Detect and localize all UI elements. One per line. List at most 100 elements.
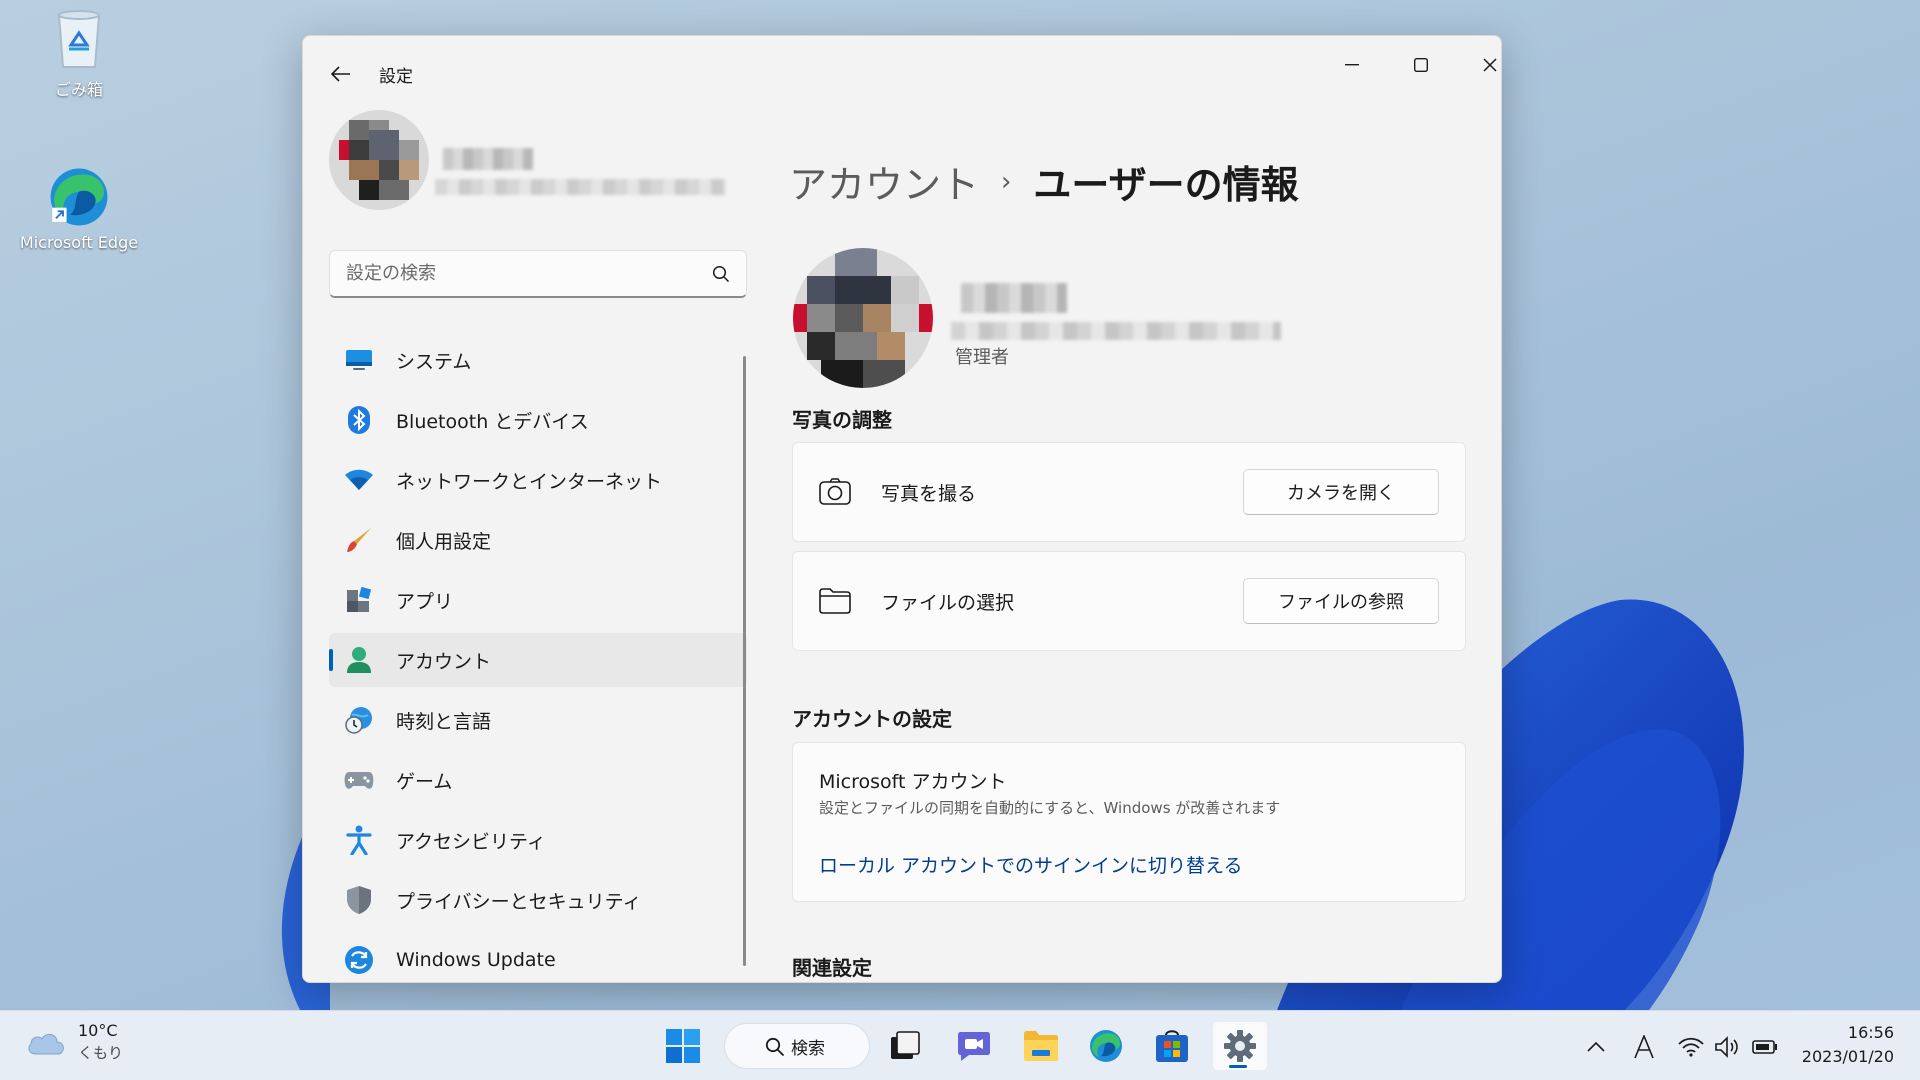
ime-a-icon — [1634, 1035, 1654, 1059]
sidebar-item-bluetooth[interactable]: Bluetooth とデバイス — [329, 393, 747, 447]
close-button[interactable] — [1467, 48, 1501, 82]
wifi-icon — [343, 464, 375, 496]
microsoft-store-button[interactable] — [1147, 1022, 1197, 1070]
wifi-icon — [1678, 1037, 1704, 1057]
edge-browser-button[interactable] — [1081, 1022, 1131, 1070]
sidebar-item-label: アカウント — [396, 650, 492, 673]
microsoft-account-card: Microsoft アカウント 設定とファイルの同期を自動的にすると、Windo… — [792, 742, 1466, 902]
settings-search-input[interactable] — [346, 263, 712, 284]
apps-icon — [343, 584, 375, 616]
sidebar-item-label: 時刻と言語 — [396, 710, 492, 733]
settings-search-box[interactable] — [329, 250, 747, 298]
take-photo-label: 写真を撮る — [881, 482, 977, 505]
microsoft-account-description: 設定とファイルの同期を自動的にすると、Windows が改善されます — [819, 799, 1281, 817]
search-icon[interactable] — [712, 265, 730, 283]
sidebar-item-apps[interactable]: アプリ — [329, 573, 747, 627]
store-icon — [1156, 1030, 1188, 1062]
gear-icon — [1224, 1030, 1256, 1062]
shield-icon — [343, 884, 375, 916]
browse-files-button[interactable]: ファイルの参照 — [1243, 578, 1439, 624]
minimize-button[interactable] — [1329, 48, 1375, 82]
search-icon — [765, 1037, 785, 1057]
weather-temperature: 10°C — [78, 1021, 118, 1040]
sidebar-item-label: ゲーム — [396, 770, 453, 793]
sidebar-item-gaming[interactable]: ゲーム — [329, 753, 747, 807]
maximize-button[interactable] — [1398, 48, 1444, 82]
sidebar-scrollbar[interactable] — [743, 356, 746, 966]
task-view-button[interactable] — [880, 1022, 930, 1070]
network-status-button[interactable] — [1677, 1033, 1705, 1061]
bluetooth-icon — [343, 404, 375, 436]
sidebar-item-label: Windows Update — [396, 949, 556, 971]
sidebar-item-label: 個人用設定 — [396, 530, 492, 553]
microsoft-account-title: Microsoft アカウント — [819, 771, 1007, 793]
show-hidden-icons-button[interactable] — [1582, 1033, 1610, 1061]
sidebar-item-accounts[interactable]: アカウント — [329, 633, 747, 687]
sidebar-item-privacy-security[interactable]: プライバシーとセキュリティ — [329, 873, 747, 927]
folder-icon — [1024, 1031, 1058, 1061]
user-name-redacted — [961, 283, 1067, 313]
section-heading-related: 関連設定 — [792, 956, 872, 980]
edge-icon — [47, 165, 111, 229]
chevron-up-icon — [1587, 1042, 1605, 1052]
input-method-button[interactable] — [1630, 1033, 1658, 1061]
globe-clock-icon — [343, 704, 375, 736]
sidebar-item-label: プライバシーとセキュリティ — [396, 890, 642, 913]
settings-taskbar-button[interactable] — [1213, 1022, 1267, 1070]
maximize-icon — [1414, 58, 1428, 72]
sidebar-item-personalization[interactable]: 個人用設定 — [329, 513, 747, 567]
close-icon — [1483, 58, 1497, 72]
user-avatar — [793, 248, 933, 388]
sidebar-item-accessibility[interactable]: アクセシビリティ — [329, 813, 747, 867]
taskbar-clock[interactable]: 16:56 2023/01/20 — [1802, 1021, 1894, 1069]
sidebar-item-label: Bluetooth とデバイス — [396, 410, 589, 433]
battery-button[interactable] — [1751, 1033, 1779, 1061]
speaker-icon — [1715, 1036, 1738, 1058]
app-title: 設定 — [379, 67, 413, 87]
sidebar-item-label: システム — [396, 350, 472, 373]
profile-avatar — [329, 110, 429, 210]
user-email-redacted — [951, 322, 1281, 340]
teams-chat-button[interactable] — [949, 1022, 999, 1070]
breadcrumb: アカウント › ユーザーの情報 — [789, 154, 1299, 209]
start-button[interactable] — [658, 1022, 708, 1070]
sidebar-item-label: ネットワークとインターネット — [396, 470, 663, 493]
windows-logo-icon — [666, 1029, 700, 1063]
profile-email-redacted — [435, 179, 725, 195]
breadcrumb-separator-icon: › — [1001, 166, 1012, 197]
switch-to-local-account-link[interactable]: ローカル アカウントでのサインインに切り替える — [819, 851, 1242, 878]
sidebar-item-time-language[interactable]: 時刻と言語 — [329, 693, 747, 747]
recycle-bin-icon — [47, 8, 111, 72]
clock-date: 2023/01/20 — [1801, 1047, 1894, 1066]
sidebar-item-windows-update[interactable]: Windows Update — [329, 933, 747, 982]
desktop-icon-label: Microsoft Edge — [19, 233, 139, 252]
weather-widget[interactable]: 10°C くもり — [26, 1021, 123, 1063]
teams-chat-icon — [958, 1032, 990, 1061]
sidebar-item-label: アプリ — [396, 590, 454, 613]
title-bar[interactable]: 設定 — [303, 36, 1501, 106]
open-camera-button[interactable]: カメラを開く — [1243, 469, 1439, 515]
volume-button[interactable] — [1714, 1033, 1742, 1061]
profile-name-redacted — [443, 148, 533, 170]
breadcrumb-parent[interactable]: アカウント — [789, 154, 979, 209]
edge-icon — [1090, 1030, 1122, 1062]
settings-window: 設定 設定の検索 システム Bluetooth とデバイス ネットワークとインタ… — [302, 35, 1502, 983]
taskbar: 10°C くもり 検索 16:56 2023/01/20 — [0, 1010, 1920, 1080]
desktop-recycle-bin[interactable]: ごみ箱 — [14, 8, 144, 100]
sidebar-nav: システム Bluetooth とデバイス ネットワークとインターネット 個人用設… — [329, 333, 747, 982]
brush-icon — [343, 524, 375, 556]
sidebar-item-system[interactable]: システム — [329, 333, 747, 387]
folder-icon — [819, 585, 851, 617]
display-icon — [343, 344, 375, 376]
file-explorer-button[interactable] — [1016, 1022, 1066, 1070]
accessibility-icon — [343, 824, 375, 856]
choose-file-label: ファイルの選択 — [881, 591, 1015, 614]
back-button[interactable] — [323, 58, 359, 90]
taskbar-search[interactable]: 検索 — [724, 1023, 870, 1069]
task-view-icon — [891, 1031, 920, 1059]
desktop-edge-shortcut[interactable]: Microsoft Edge — [14, 165, 144, 252]
sidebar-item-network[interactable]: ネットワークとインターネット — [329, 453, 747, 507]
camera-icon — [819, 476, 851, 508]
sidebar-item-label: アクセシビリティ — [396, 830, 546, 853]
arrow-left-icon — [331, 66, 350, 82]
